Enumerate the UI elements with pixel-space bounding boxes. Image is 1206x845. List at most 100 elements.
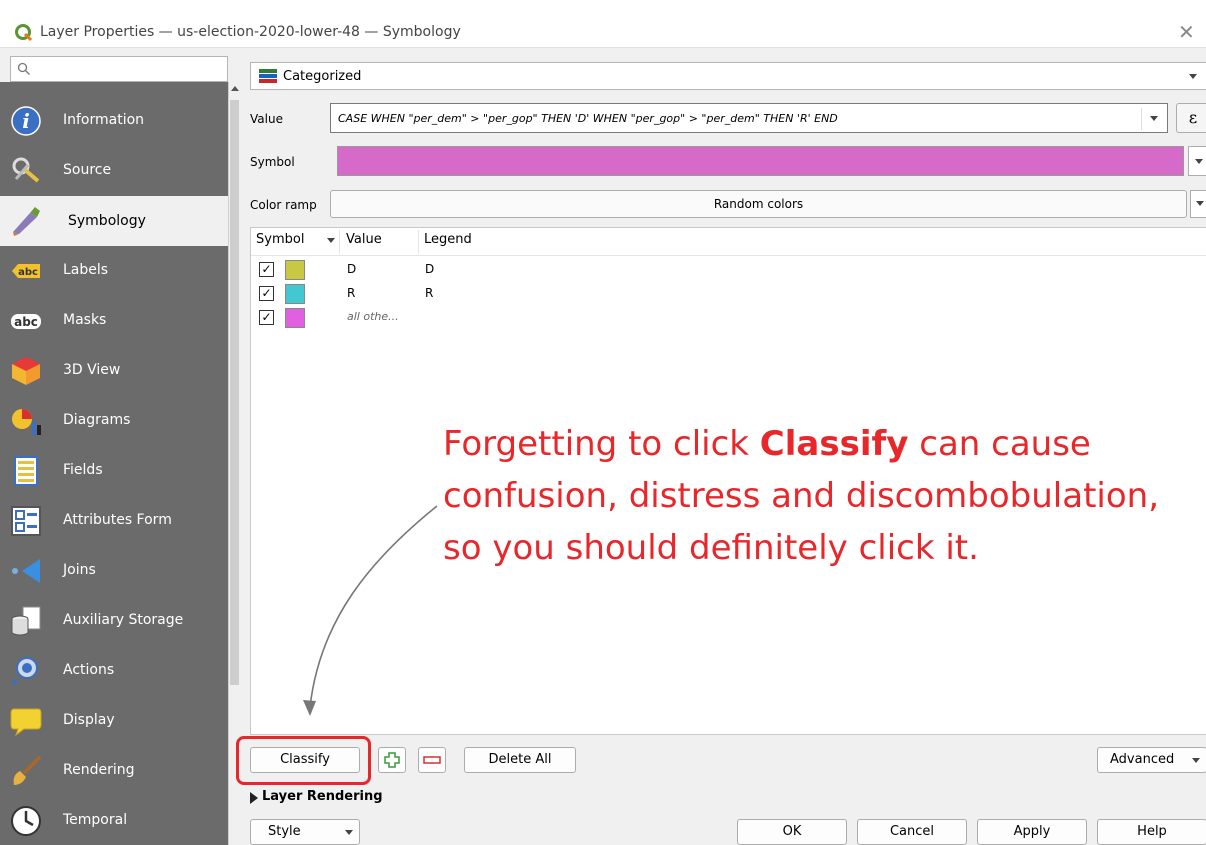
table-row[interactable]: ✓ D D [251,258,1206,282]
sidebar-scrollbar[interactable] [228,82,240,845]
add-class-button[interactable] [378,747,406,773]
sort-indicator-icon [327,238,335,243]
column-header-value[interactable]: Value [346,232,382,247]
column-separator [339,230,340,254]
row-legend: D [425,262,435,276]
plus-icon [384,752,400,768]
sidebar-item-masks[interactable]: abc Masks [0,296,228,346]
svg-text:abc: abc [14,315,38,329]
value-expression-field[interactable]: CASE WHEN "per_dem" > "per_gop" THEN 'D'… [330,103,1168,133]
window-titlebar: Layer Properties — us-election-2020-lowe… [0,0,1206,48]
masks-icon: abc [11,314,41,329]
row-value: D [347,262,357,276]
expression-builder-button[interactable]: ε [1176,103,1206,133]
scroll-up-icon[interactable] [231,86,239,91]
3d-view-icon [12,357,40,385]
value-field-dropdown[interactable] [1141,108,1164,130]
annotation-text-before: Forgetting to click [443,424,760,464]
annotation-callout: Forgetting to click Classify can cause c… [443,418,1163,574]
row-checkbox[interactable]: ✓ [259,310,274,325]
row-value: R [347,286,356,300]
attributes-form-icon [11,506,41,536]
row-legend: R [425,286,434,300]
sidebar-item-attributes-form[interactable]: Attributes Form [0,496,228,546]
layer-rendering-section[interactable]: Layer Rendering [262,789,383,804]
sidebar-item-joins[interactable]: Joins [0,546,228,596]
classify-button[interactable]: Classify [250,747,360,773]
style-label: Style [268,824,301,839]
symbol-dropdown[interactable] [1188,146,1206,176]
chevron-down-icon [1150,116,1158,121]
annotation-text-bold: Classify [759,424,909,464]
sidebar-item-labels[interactable]: abc Labels [0,246,228,296]
value-expression-text: CASE WHEN "per_dem" > "per_gop" THEN 'D'… [338,112,838,125]
style-button[interactable]: Style [250,819,360,845]
row-color-swatch[interactable] [285,308,305,328]
diagrams-icon [12,409,41,435]
sidebar-item-rendering[interactable]: Rendering [0,746,228,796]
row-checkbox[interactable]: ✓ [259,286,274,301]
auxiliary-storage-icon [11,606,41,636]
sidebar-item-3d-view[interactable]: 3D View [0,346,228,396]
svg-text:i: i [22,109,30,133]
color-ramp-dropdown[interactable] [1190,190,1206,218]
sidebar-item-display[interactable]: Display [0,696,228,746]
expand-triangle-icon[interactable] [250,792,258,804]
sidebar: i Information Source Symbology abc Label… [0,56,240,845]
row-color-swatch[interactable] [285,284,305,304]
chevron-down-icon [1192,758,1200,763]
color-ramp-label: Color ramp [250,198,317,212]
table-row[interactable]: ✓ all othe... [251,306,1206,330]
sidebar-menu: i Information Source Symbology abc Label… [0,82,228,845]
sidebar-item-information[interactable]: i Information [0,96,228,146]
fields-icon [14,456,38,486]
chevron-down-icon [1189,74,1197,79]
sidebar-item-diagrams[interactable]: Diagrams [0,396,228,446]
remove-class-button[interactable] [418,747,446,773]
renderer-type-label: Categorized [283,69,362,84]
column-header-legend[interactable]: Legend [424,232,472,247]
window-title: Layer Properties — us-election-2020-lowe… [40,24,461,40]
symbol-label: Symbol [250,155,295,169]
scrollbar-thumb[interactable] [230,100,239,685]
help-button[interactable]: Help [1097,819,1206,845]
sidebar-item-fields[interactable]: Fields [0,446,228,496]
information-icon: i [11,106,41,136]
table-row[interactable]: ✓ R R [251,282,1206,306]
advanced-label: Advanced [1110,752,1175,767]
row-color-swatch[interactable] [285,260,305,280]
joins-icon [12,559,40,583]
advanced-button[interactable]: Advanced [1097,747,1206,773]
renderer-type-select[interactable]: Categorized [250,62,1206,90]
sidebar-item-symbology[interactable]: Symbology [0,196,228,246]
row-value: all othe... [347,310,399,323]
chevron-down-icon [345,830,353,835]
ok-button[interactable]: OK [737,819,847,845]
qgis-logo-icon [15,24,33,42]
row-checkbox[interactable]: ✓ [259,262,274,277]
display-icon [10,708,42,737]
cancel-button[interactable]: Cancel [857,819,967,845]
minus-icon [423,756,441,764]
labels-icon: abc [12,264,40,278]
temporal-icon [11,806,41,836]
sidebar-item-source[interactable]: Source [0,146,228,196]
chevron-down-icon [1195,159,1203,164]
column-separator [418,230,419,254]
source-icon [12,157,40,183]
sidebar-item-temporal[interactable]: Temporal [0,796,228,845]
rendering-icon [13,755,42,785]
header-divider [251,255,1206,256]
actions-icon [12,657,38,685]
symbol-button[interactable] [337,146,1184,176]
svg-text:abc: abc [18,267,38,278]
sidebar-item-actions[interactable]: Actions [0,646,228,696]
close-icon[interactable]: ✕ [1178,20,1195,44]
color-ramp-button[interactable]: Random colors [330,190,1187,218]
delete-all-button[interactable]: Delete All [464,747,576,773]
apply-button[interactable]: Apply [977,819,1087,845]
sidebar-item-auxiliary-storage[interactable]: Auxiliary Storage [0,596,228,646]
sidebar-search-input[interactable] [10,56,228,82]
symbology-icon [13,207,40,236]
column-header-symbol[interactable]: Symbol [256,232,304,247]
